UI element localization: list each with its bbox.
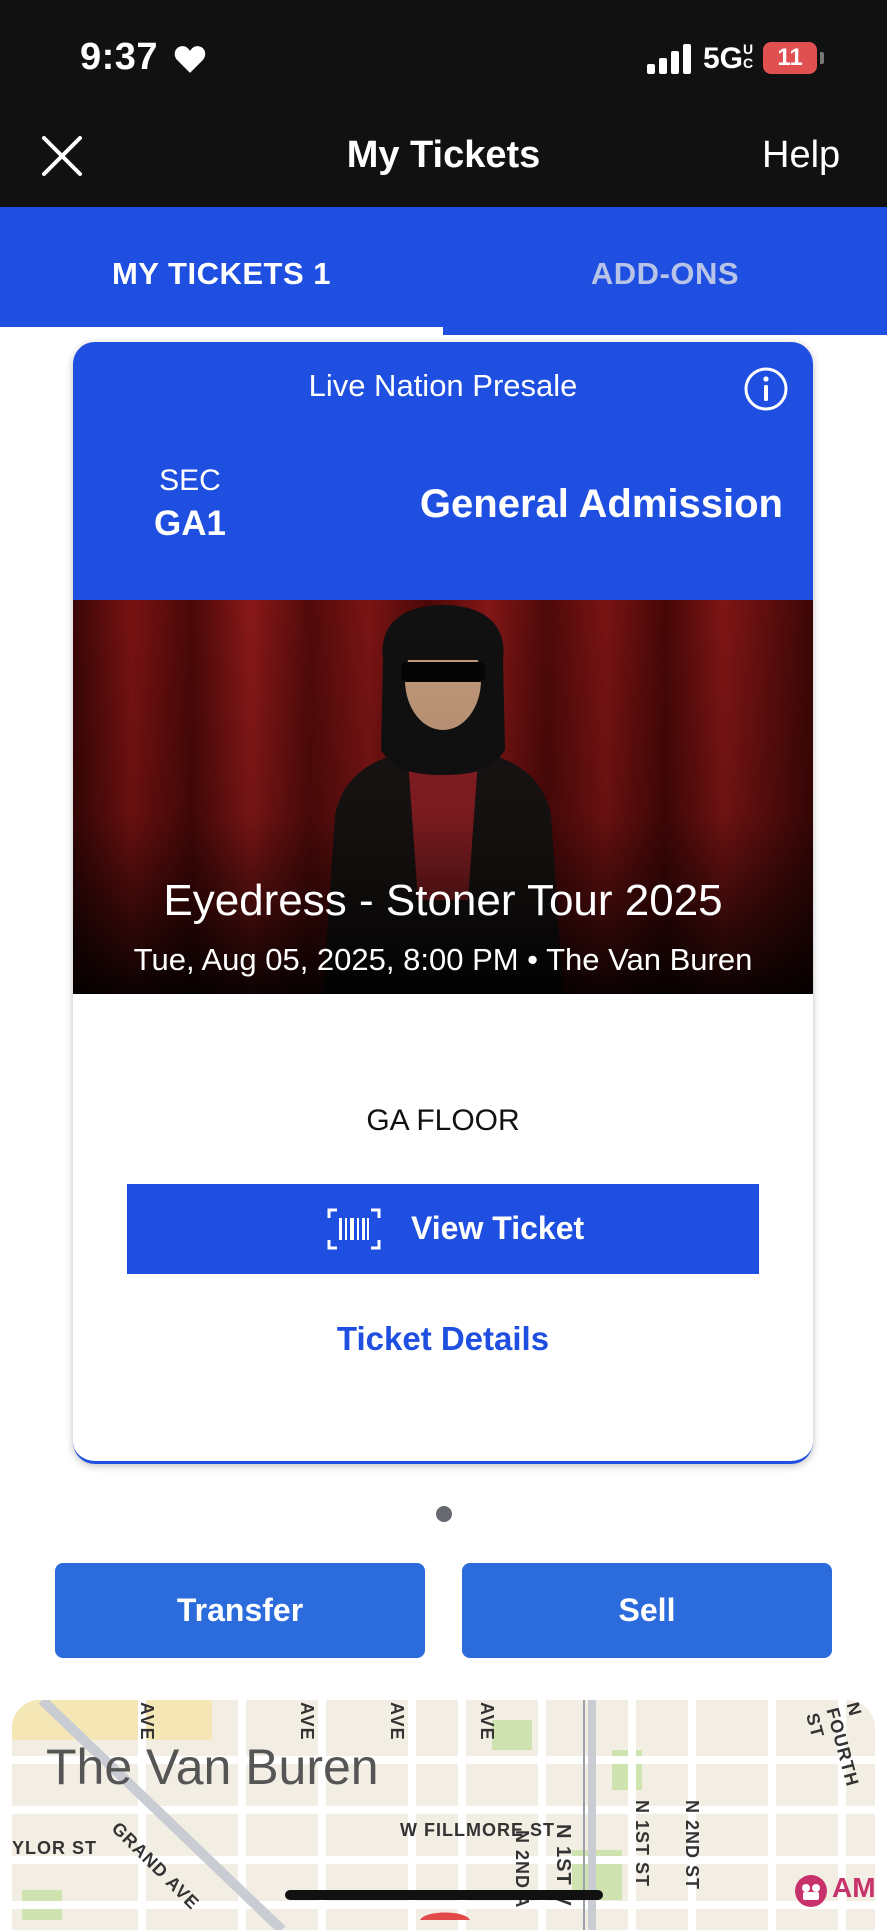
view-ticket-label: View Ticket — [411, 1210, 585, 1246]
admission-type: General Admission — [419, 482, 783, 526]
network-label: 5GUC — [703, 42, 753, 76]
transfer-button[interactable]: Transfer — [55, 1563, 425, 1658]
heart-icon — [174, 46, 206, 73]
section-value: GA1 — [154, 504, 226, 543]
amc-icon — [795, 1875, 827, 1907]
street-taylor: YLOR ST — [12, 1838, 98, 1858]
event-subtitle: Tue, Aug 05, 2025, 8:00 PM • The Van Bur… — [133, 942, 753, 977]
status-time: 9:37 — [80, 36, 159, 78]
map-poi-label: AM — [832, 1872, 876, 1903]
page-title: My Tickets — [346, 134, 541, 176]
signal-icon — [647, 44, 691, 74]
tab-my-tickets[interactable]: MY TICKETS 1 — [0, 256, 443, 292]
battery-nub — [820, 52, 824, 64]
street-ave-2: AVE — [297, 1702, 317, 1741]
street-n2nd: N 2ND ST — [682, 1800, 702, 1891]
page-indicator-dot — [436, 1506, 452, 1522]
area-label: GA FLOOR — [366, 1104, 520, 1137]
tab-add-ons[interactable]: ADD-ONS — [443, 256, 887, 292]
section-label: SEC — [159, 464, 221, 497]
map-venue-label: The Van Buren — [46, 1739, 379, 1795]
tab-selected-indicator — [0, 327, 443, 335]
street-n1st: N 1ST ST — [632, 1800, 652, 1888]
street-ave-4: AVE — [477, 1702, 497, 1741]
event-title: Eyedress - Stoner Tour 2025 — [163, 876, 723, 925]
help-link[interactable]: Help — [762, 134, 840, 177]
network-superscript: UC — [743, 41, 754, 71]
map-pin-icon[interactable] — [420, 1910, 470, 1920]
street-ave-3: AVE — [387, 1702, 407, 1741]
barcode-icon — [327, 1208, 381, 1250]
info-icon[interactable] — [743, 366, 789, 412]
event-image-shade — [73, 600, 813, 994]
network-type: 5G — [703, 42, 744, 75]
street-ave-1: AVE — [137, 1702, 157, 1741]
ticket-details-link[interactable]: Ticket Details — [73, 1320, 813, 1358]
presale-label: Live Nation Presale — [308, 368, 578, 403]
home-indicator — [285, 1890, 603, 1900]
sell-button[interactable]: Sell — [462, 1563, 832, 1658]
battery-indicator: 11 — [763, 42, 817, 74]
view-ticket-button[interactable]: View Ticket — [127, 1184, 759, 1274]
ticket-card: Live Nation Presale SEC GA1 General Admi… — [73, 342, 813, 1464]
